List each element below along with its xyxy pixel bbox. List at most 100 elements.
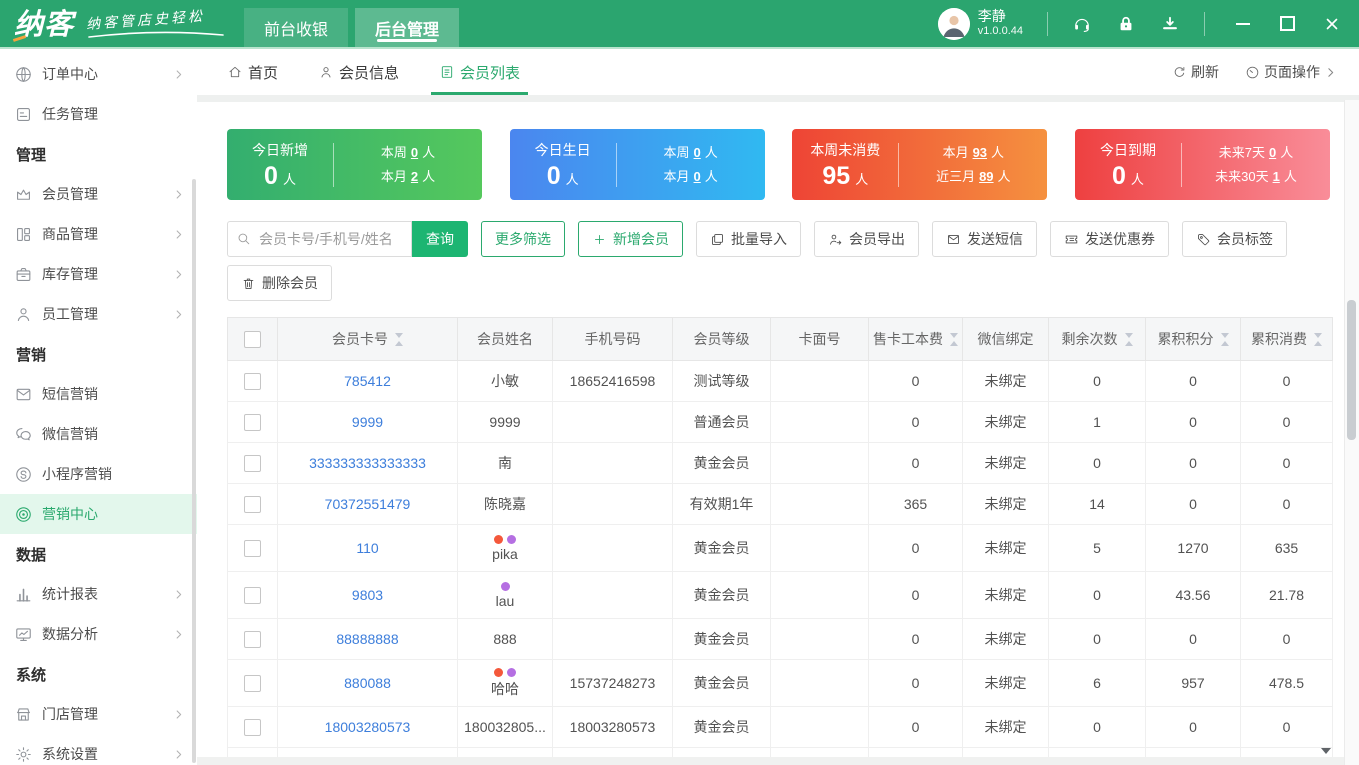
cell-level: 黄金会员 bbox=[673, 619, 771, 660]
delete-member-button[interactable]: 删除会员 bbox=[227, 265, 332, 301]
row-checkbox[interactable] bbox=[244, 631, 261, 648]
scroll-down-arrow[interactable] bbox=[1321, 748, 1331, 754]
stat-detail-value[interactable]: 0 bbox=[1269, 145, 1276, 160]
sidebar-item[interactable]: 会员管理 bbox=[0, 174, 197, 214]
member-card-link[interactable]: 70372551479 bbox=[325, 496, 411, 512]
member-card-link[interactable]: 9803 bbox=[352, 587, 383, 603]
sidebar-item[interactable]: 员工管理 bbox=[0, 294, 197, 334]
user-chip[interactable]: 李静 v1.0.0.44 bbox=[938, 8, 1023, 40]
user-name: 李静 bbox=[978, 8, 1023, 26]
page-scrollbar-thumb[interactable] bbox=[1347, 300, 1356, 440]
topbar-tab[interactable]: 后台管理 bbox=[355, 8, 459, 47]
refresh-label: 刷新 bbox=[1191, 62, 1219, 82]
page-tab[interactable]: 首页 bbox=[227, 49, 278, 95]
toolbar-button[interactable]: 会员标签 bbox=[1182, 221, 1287, 257]
page-ops-action[interactable]: 页面操作 bbox=[1245, 62, 1337, 82]
row-checkbox[interactable] bbox=[244, 373, 261, 390]
cell-times: 5 bbox=[1049, 525, 1146, 572]
cell-wechat: 未绑定 bbox=[963, 572, 1049, 619]
cell-spend: 478.5 bbox=[1241, 660, 1333, 707]
search-button[interactable]: 查询 bbox=[412, 221, 468, 257]
member-name: pika bbox=[462, 546, 548, 562]
minimize-button[interactable] bbox=[1235, 16, 1251, 32]
cell-phone bbox=[553, 484, 673, 525]
close-button[interactable] bbox=[1323, 15, 1341, 33]
app-window: 纳客 纳客管店史轻松 前台收银后台管理 李静 v1.0.0.44 bbox=[0, 0, 1359, 765]
sidebar-item[interactable]: 短信营销 bbox=[0, 374, 197, 414]
toolbar-button[interactable]: 更多筛选 bbox=[481, 221, 565, 257]
page-tab[interactable]: 会员列表 bbox=[439, 49, 520, 95]
row-checkbox[interactable] bbox=[244, 496, 261, 513]
sidebar-item[interactable]: 小程序营销 bbox=[0, 454, 197, 494]
member-card-link[interactable]: 785412 bbox=[344, 373, 391, 389]
stat-detail-line: 近三月89人 bbox=[899, 165, 1047, 189]
cell-fee: 365 bbox=[869, 484, 963, 525]
table-header-row: 会员卡号会员姓名手机号码会员等级卡面号售卡工本费微信绑定剩余次数累积积分累积消费 bbox=[228, 318, 1333, 361]
download-icon[interactable] bbox=[1160, 14, 1180, 34]
member-card-link[interactable]: 880088 bbox=[344, 675, 391, 691]
row-checkbox[interactable] bbox=[244, 540, 261, 557]
member-card-link[interactable]: 110 bbox=[356, 540, 378, 556]
sidebar-item[interactable]: 营销中心 bbox=[0, 494, 197, 534]
column-header[interactable]: 售卡工本费 bbox=[869, 318, 963, 361]
stat-detail-value[interactable]: 1 bbox=[1273, 169, 1280, 184]
sidebar-item[interactable]: 数据分析 bbox=[0, 614, 197, 654]
row-checkbox[interactable] bbox=[244, 675, 261, 692]
refresh-action[interactable]: 刷新 bbox=[1172, 62, 1219, 82]
stat-detail-value[interactable]: 93 bbox=[973, 145, 987, 160]
stat-detail-value[interactable]: 0 bbox=[411, 145, 418, 160]
toolbar-button[interactable]: 发送短信 bbox=[932, 221, 1037, 257]
sidebar-item[interactable]: 系统设置 bbox=[0, 734, 197, 765]
row-checkbox[interactable] bbox=[244, 587, 261, 604]
sidebar-item[interactable]: 任务管理 bbox=[0, 94, 197, 134]
stat-detail-value[interactable]: 0 bbox=[694, 169, 701, 184]
chevron-right-icon bbox=[172, 708, 185, 721]
sort-desc-icon bbox=[1221, 333, 1229, 338]
cell-select bbox=[228, 572, 278, 619]
toolbar-button[interactable]: 批量导入 bbox=[696, 221, 801, 257]
cell-points: 0 bbox=[1146, 443, 1241, 484]
stat-detail-value[interactable]: 89 bbox=[979, 169, 993, 184]
member-card-link[interactable]: 9999 bbox=[352, 414, 383, 430]
member-card-link[interactable]: 88888888 bbox=[336, 631, 398, 647]
row-checkbox[interactable] bbox=[244, 455, 261, 472]
cell-phone: 18003280573 bbox=[553, 707, 673, 748]
column-header[interactable]: 剩余次数 bbox=[1049, 318, 1146, 361]
member-card-link[interactable]: 18003280573 bbox=[325, 719, 411, 735]
column-header[interactable]: 会员卡号 bbox=[278, 318, 458, 361]
lock-icon[interactable] bbox=[1116, 14, 1136, 34]
sidebar-item[interactable]: 微信营销 bbox=[0, 414, 197, 454]
sidebar-item[interactable]: 门店管理 bbox=[0, 694, 197, 734]
cell-points: 0 bbox=[1146, 361, 1241, 402]
sidebar-item[interactable]: 商品管理 bbox=[0, 214, 197, 254]
search-input[interactable] bbox=[227, 221, 412, 257]
sidebar-item-label: 微信营销 bbox=[42, 424, 98, 444]
column-header[interactable]: 累积积分 bbox=[1146, 318, 1241, 361]
member-card-link[interactable]: 333333333333333 bbox=[309, 455, 426, 471]
row-checkbox[interactable] bbox=[244, 414, 261, 431]
customer-service-icon[interactable] bbox=[1072, 14, 1092, 34]
sidebar-scrollbar-thumb[interactable] bbox=[192, 179, 196, 763]
cell-wechat: 未绑定 bbox=[963, 619, 1049, 660]
toolbar-button[interactable]: 新增会员 bbox=[578, 221, 683, 257]
sidebar-item-label: 会员管理 bbox=[42, 184, 98, 204]
row-checkbox[interactable] bbox=[244, 719, 261, 736]
cell-level: 黄金会员 bbox=[673, 660, 771, 707]
sidebar-item[interactable]: 统计报表 bbox=[0, 574, 197, 614]
topbar-tab[interactable]: 前台收银 bbox=[244, 8, 348, 47]
chevron-right-icon bbox=[172, 628, 185, 641]
page-tab[interactable]: 会员信息 bbox=[318, 49, 399, 95]
column-header[interactable]: 累积消费 bbox=[1241, 318, 1333, 361]
maximize-button[interactable] bbox=[1279, 16, 1295, 32]
sidebar-item[interactable]: 订单中心 bbox=[0, 54, 197, 94]
sort-caret bbox=[1125, 333, 1133, 346]
stat-detail-value[interactable]: 0 bbox=[694, 145, 701, 160]
toolbar-button[interactable]: 会员导出 bbox=[814, 221, 919, 257]
cell-card: 88888888 bbox=[278, 619, 458, 660]
stat-detail-value[interactable]: 2 bbox=[411, 169, 418, 184]
toolbar-button[interactable]: 发送优惠券 bbox=[1050, 221, 1169, 257]
sidebar-item-label: 系统设置 bbox=[42, 744, 98, 764]
select-all-checkbox[interactable] bbox=[244, 331, 261, 348]
sidebar-item[interactable]: 库存管理 bbox=[0, 254, 197, 294]
coupon-icon bbox=[1064, 232, 1079, 247]
